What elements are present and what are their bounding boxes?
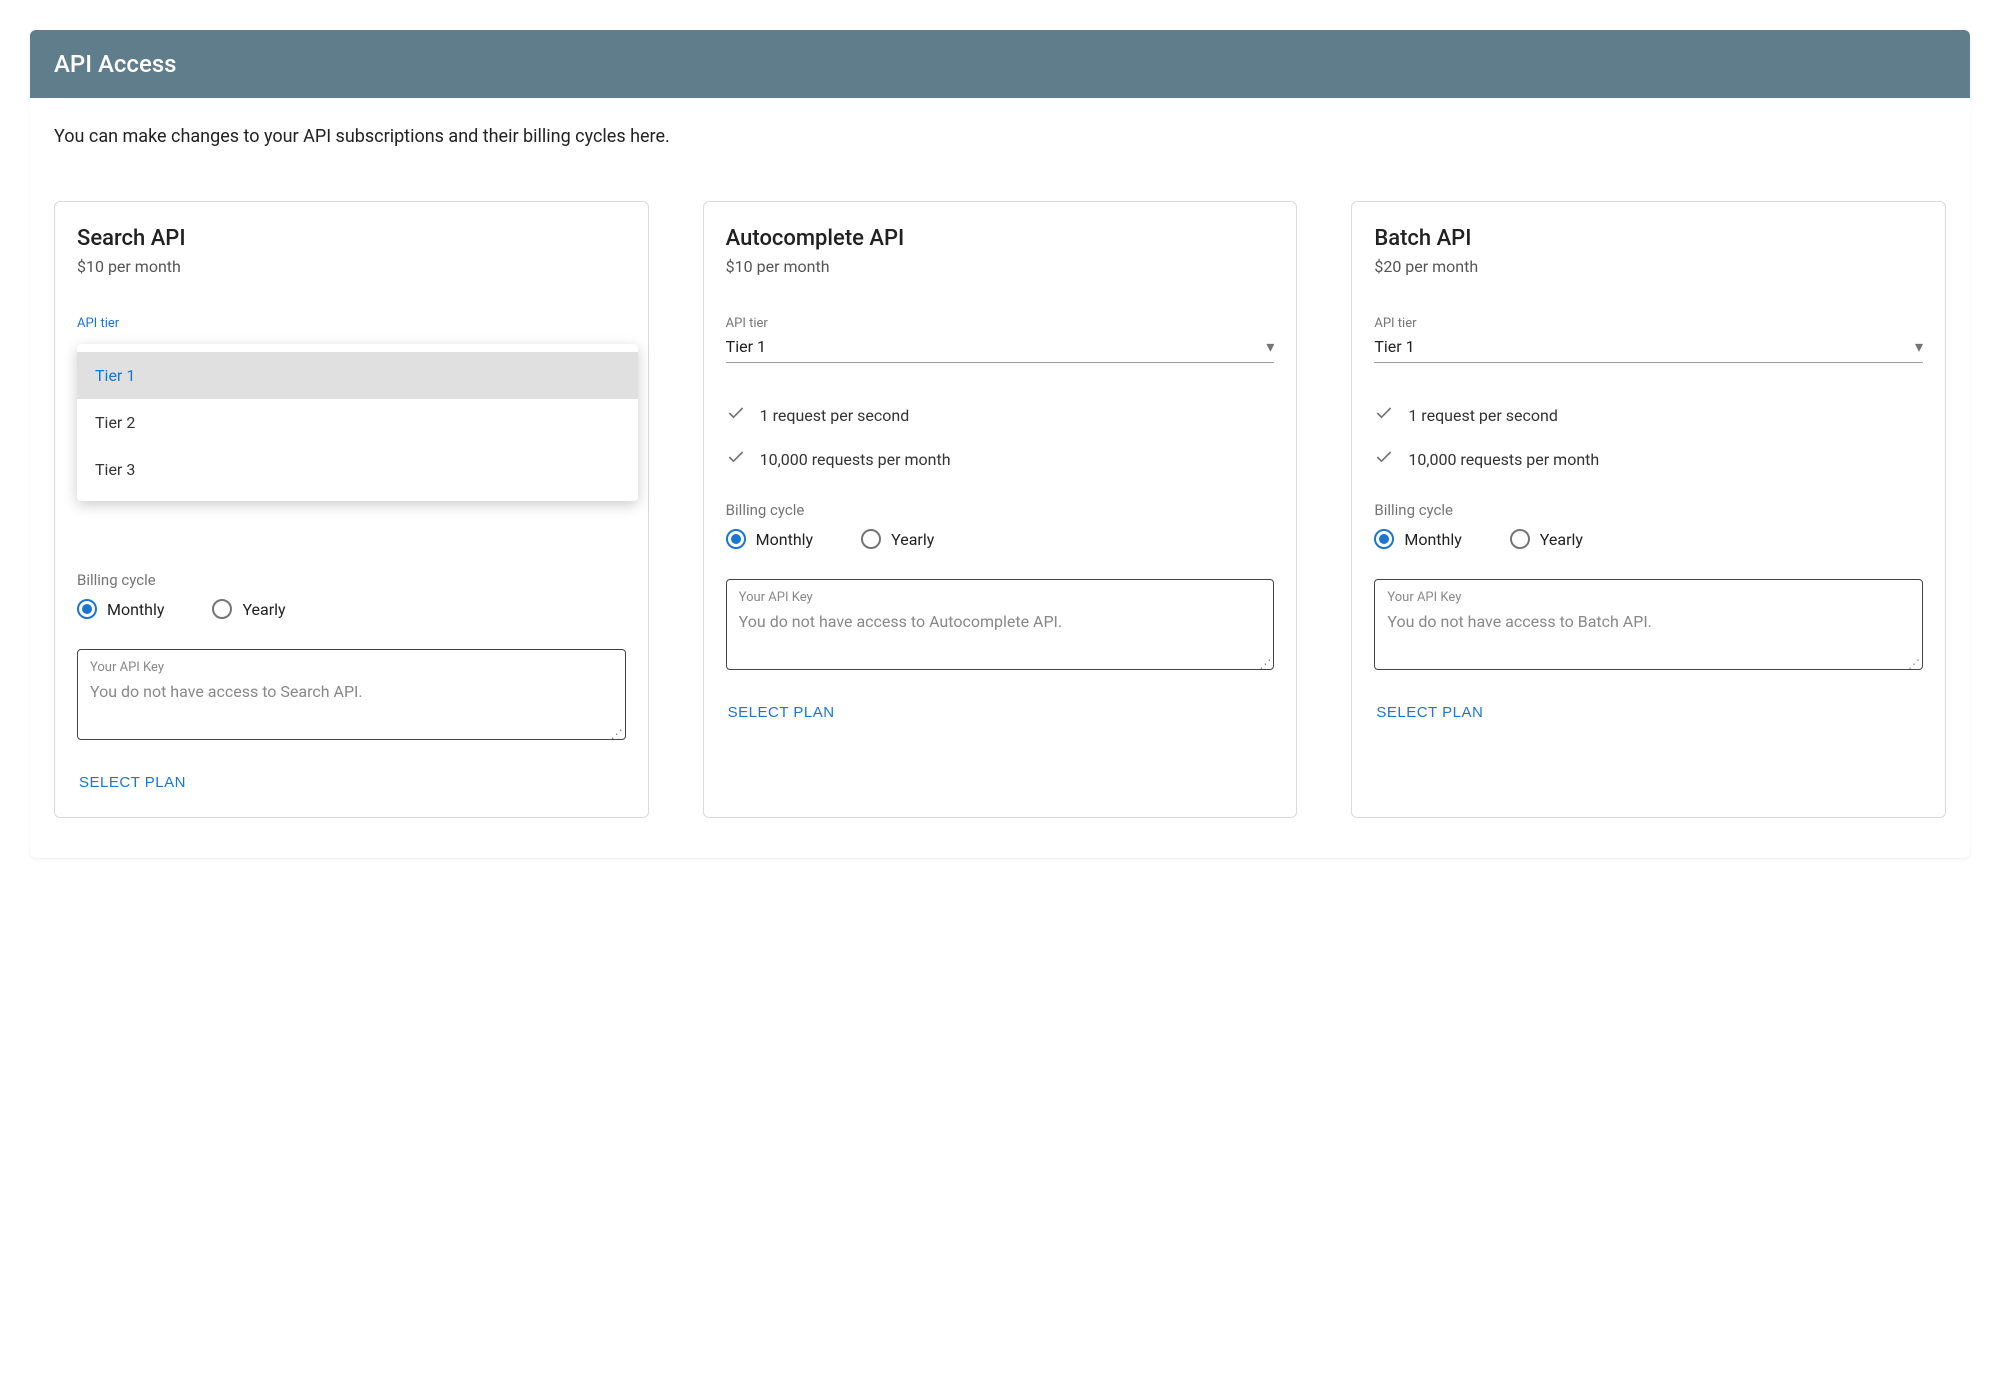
card-search-api: Search API $10 per month API tier Tier 1…: [54, 201, 649, 818]
tier-label: API tier: [726, 316, 1275, 331]
tier-select-block: API tier Tier 1 ▾ Tier 1 Tier 2 Tier 3: [77, 316, 626, 363]
billing-radio-group: Monthly Yearly: [77, 599, 626, 619]
feature-item: 10,000 requests per month: [726, 447, 1275, 471]
billing-cycle-label: Billing cycle: [77, 571, 626, 589]
features-list: 1 request per second 10,000 requests per…: [726, 403, 1275, 471]
billing-radio-yearly[interactable]: Yearly: [212, 599, 285, 619]
api-key-placeholder: You do not have access to Autocomplete A…: [739, 611, 1262, 633]
api-access-page: API Access You can make changes to your …: [30, 30, 1970, 858]
radio-label-yearly: Yearly: [1540, 530, 1583, 549]
radio-icon: [212, 599, 232, 619]
billing-radio-monthly[interactable]: Monthly: [726, 529, 813, 549]
tier-option-tier-1[interactable]: Tier 1: [77, 352, 638, 399]
feature-text: 1 request per second: [1408, 406, 1558, 425]
card-price: $10 per month: [77, 257, 626, 276]
chevron-down-icon: ▾: [1266, 337, 1274, 356]
radio-label-monthly: Monthly: [756, 530, 813, 549]
radio-icon: [1374, 529, 1394, 549]
feature-item: 1 request per second: [1374, 403, 1923, 427]
radio-label-yearly: Yearly: [242, 600, 285, 619]
page-header: API Access: [30, 30, 1970, 98]
billing-radio-yearly[interactable]: Yearly: [861, 529, 934, 549]
feature-item: 10,000 requests per month: [1374, 447, 1923, 471]
api-key-label: Your API Key: [1387, 590, 1910, 605]
api-key-textarea[interactable]: Your API Key You do not have access to S…: [77, 649, 626, 740]
tier-dropdown-menu: Tier 1 Tier 2 Tier 3: [77, 344, 638, 501]
tier-select-block: API tier Tier 1 ▾: [1374, 316, 1923, 363]
features-list: 1 request per second 10,000 requests per…: [1374, 403, 1923, 471]
feature-text: 10,000 requests per month: [760, 450, 951, 469]
resize-handle-icon: ⋰: [1908, 661, 1920, 667]
billing-radio-monthly[interactable]: Monthly: [1374, 529, 1461, 549]
card-title: Autocomplete API: [726, 226, 1275, 251]
billing-radio-monthly[interactable]: Monthly: [77, 599, 164, 619]
radio-label-monthly: Monthly: [107, 600, 164, 619]
card-title: Search API: [77, 226, 626, 251]
radio-icon: [77, 599, 97, 619]
api-key-textarea[interactable]: Your API Key You do not have access to A…: [726, 579, 1275, 670]
radio-label-yearly: Yearly: [891, 530, 934, 549]
radio-icon: [1510, 529, 1530, 549]
api-key-label: Your API Key: [739, 590, 1262, 605]
billing-radio-group: Monthly Yearly: [1374, 529, 1923, 549]
api-key-placeholder: You do not have access to Batch API.: [1387, 611, 1910, 633]
tier-select-value: Tier 1: [1374, 337, 1414, 356]
plan-cards-row: Search API $10 per month API tier Tier 1…: [30, 155, 1970, 858]
card-batch-api: Batch API $20 per month API tier Tier 1 …: [1351, 201, 1946, 818]
select-plan-button[interactable]: SELECT PLAN: [1374, 698, 1485, 727]
chevron-down-icon: ▾: [1915, 337, 1923, 356]
page-intro-text: You can make changes to your API subscri…: [30, 98, 1970, 155]
page-title: API Access: [54, 50, 1946, 78]
tier-select[interactable]: Tier 1 ▾: [1374, 333, 1923, 363]
api-key-label: Your API Key: [90, 660, 613, 675]
billing-radio-group: Monthly Yearly: [726, 529, 1275, 549]
check-icon: [726, 447, 746, 471]
card-price: $20 per month: [1374, 257, 1923, 276]
select-plan-button[interactable]: SELECT PLAN: [726, 698, 837, 727]
api-key-textarea[interactable]: Your API Key You do not have access to B…: [1374, 579, 1923, 670]
feature-text: 10,000 requests per month: [1408, 450, 1599, 469]
check-icon: [1374, 403, 1394, 427]
card-title: Batch API: [1374, 226, 1923, 251]
select-plan-button[interactable]: SELECT PLAN: [77, 768, 188, 797]
billing-radio-yearly[interactable]: Yearly: [1510, 529, 1583, 549]
radio-icon: [861, 529, 881, 549]
card-price: $10 per month: [726, 257, 1275, 276]
tier-label: API tier: [1374, 316, 1923, 331]
radio-label-monthly: Monthly: [1404, 530, 1461, 549]
check-icon: [726, 403, 746, 427]
check-icon: [1374, 447, 1394, 471]
tier-label: API tier: [77, 316, 626, 331]
tier-select-block: API tier Tier 1 ▾: [726, 316, 1275, 363]
resize-handle-icon: ⋰: [1259, 661, 1271, 667]
feature-text: 1 request per second: [760, 406, 910, 425]
tier-option-tier-2[interactable]: Tier 2: [77, 399, 638, 446]
api-key-placeholder: You do not have access to Search API.: [90, 681, 613, 703]
tier-select-value: Tier 1: [726, 337, 766, 356]
billing-cycle-label: Billing cycle: [1374, 501, 1923, 519]
tier-select[interactable]: Tier 1 ▾: [726, 333, 1275, 363]
feature-item: 1 request per second: [726, 403, 1275, 427]
card-autocomplete-api: Autocomplete API $10 per month API tier …: [703, 201, 1298, 818]
resize-handle-icon: ⋰: [611, 731, 623, 737]
radio-icon: [726, 529, 746, 549]
billing-cycle-label: Billing cycle: [726, 501, 1275, 519]
tier-option-tier-3[interactable]: Tier 3: [77, 446, 638, 493]
